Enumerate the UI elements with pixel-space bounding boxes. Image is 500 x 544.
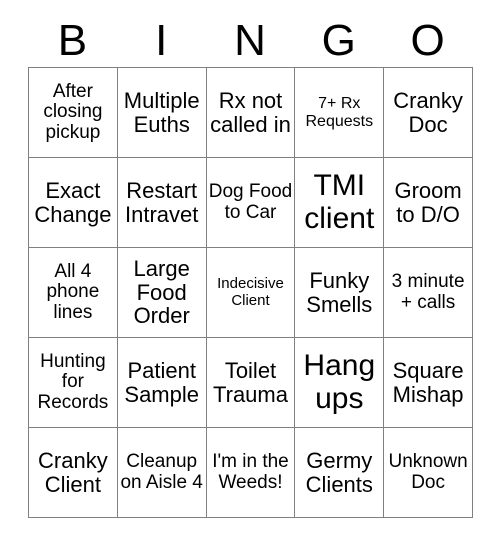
bingo-card: B I N G O After closing pickup Multiple …: [0, 0, 500, 544]
bingo-header-letter-o: O: [410, 15, 445, 65]
bingo-cell-n3[interactable]: Indecisive Client: [206, 247, 296, 338]
bingo-cell-label: Restart Intravet: [125, 177, 199, 227]
bingo-cell-label: Funky Smells: [306, 267, 373, 317]
bingo-cell-g1[interactable]: 7+ Rx Requests: [294, 67, 385, 158]
bingo-cell-b2[interactable]: Exact Change: [28, 157, 118, 248]
bingo-cell-label: Toilet Trauma: [213, 357, 288, 407]
bingo-grid: After closing pickup Multiple Euths Rx n…: [28, 67, 473, 518]
bingo-cell-i2[interactable]: Restart Intravet: [117, 157, 207, 248]
bingo-cell-label: Cranky Doc: [393, 87, 463, 137]
bingo-cell-o4[interactable]: Square Mishap: [383, 337, 473, 428]
bingo-cell-label: Cleanup on Aisle 4: [120, 450, 203, 493]
bingo-cell-o1[interactable]: Cranky Doc: [383, 67, 473, 158]
bingo-cell-label: After closing pickup: [43, 80, 103, 143]
bingo-cell-label: Square Mishap: [392, 357, 464, 407]
bingo-cell-g5[interactable]: Germy Clients: [294, 427, 385, 518]
bingo-row: Exact Change Restart Intravet Dog Food t…: [28, 157, 473, 248]
bingo-cell-label: 7+ Rx Requests: [305, 95, 374, 130]
bingo-cell-b1[interactable]: After closing pickup: [28, 67, 118, 158]
bingo-cell-label: Hang ups: [303, 349, 376, 415]
bingo-cell-g3[interactable]: Funky Smells: [294, 247, 385, 338]
bingo-cell-g4[interactable]: Hang ups: [294, 337, 385, 428]
bingo-cell-label: Cranky Client: [38, 447, 108, 497]
bingo-header-row: B I N G O: [28, 14, 472, 67]
bingo-cell-label: Rx not called in: [210, 87, 291, 137]
bingo-header-letter-n: N: [234, 15, 266, 65]
bingo-header-letter-i: I: [155, 15, 168, 65]
bingo-cell-o5[interactable]: Unknown Doc: [383, 427, 473, 518]
bingo-row: All 4 phone lines Large Food Order Indec…: [28, 247, 473, 338]
bingo-cell-o3[interactable]: 3 minute + calls: [383, 247, 473, 338]
bingo-cell-i3[interactable]: Large Food Order: [117, 247, 207, 338]
bingo-cell-b5[interactable]: Cranky Client: [28, 427, 118, 518]
bingo-cell-label: Germy Clients: [305, 447, 373, 497]
bingo-row: After closing pickup Multiple Euths Rx n…: [28, 67, 473, 158]
bingo-cell-label: Multiple Euths: [123, 87, 200, 137]
bingo-cell-label: Hunting for Records: [37, 350, 109, 413]
bingo-cell-n1[interactable]: Rx not called in: [206, 67, 296, 158]
bingo-cell-label: Indecisive Client: [217, 275, 284, 309]
bingo-cell-label: Exact Change: [34, 177, 112, 227]
bingo-cell-b3[interactable]: All 4 phone lines: [28, 247, 118, 338]
bingo-cell-label: 3 minute + calls: [391, 270, 465, 313]
bingo-cell-label: Patient Sample: [124, 357, 199, 407]
bingo-cell-label: All 4 phone lines: [46, 260, 100, 323]
bingo-row: Cranky Client Cleanup on Aisle 4 I'm in …: [28, 427, 473, 518]
bingo-cell-n4[interactable]: Toilet Trauma: [206, 337, 296, 428]
bingo-cell-i1[interactable]: Multiple Euths: [117, 67, 207, 158]
bingo-cell-label: I'm in the Weeds!: [212, 450, 289, 493]
bingo-cell-g2[interactable]: TMI client: [294, 157, 385, 248]
bingo-cell-n5[interactable]: I'm in the Weeds!: [206, 427, 296, 518]
bingo-header-letter-b: B: [57, 15, 88, 65]
bingo-cell-o2[interactable]: Groom to D/O: [383, 157, 473, 248]
bingo-cell-label: Large Food Order: [133, 255, 190, 329]
bingo-cell-label: Dog Food to Car: [208, 180, 293, 223]
bingo-row: Hunting for Records Patient Sample Toile…: [28, 337, 473, 428]
bingo-header-letter-g: G: [321, 15, 356, 65]
bingo-cell-i5[interactable]: Cleanup on Aisle 4: [117, 427, 207, 518]
bingo-cell-n2[interactable]: Dog Food to Car: [206, 157, 296, 248]
bingo-cell-label: Unknown Doc: [388, 450, 468, 493]
bingo-cell-i4[interactable]: Patient Sample: [117, 337, 207, 428]
bingo-cell-label: Groom to D/O: [394, 177, 462, 227]
bingo-cell-b4[interactable]: Hunting for Records: [28, 337, 118, 428]
bingo-cell-label: TMI client: [304, 169, 375, 235]
